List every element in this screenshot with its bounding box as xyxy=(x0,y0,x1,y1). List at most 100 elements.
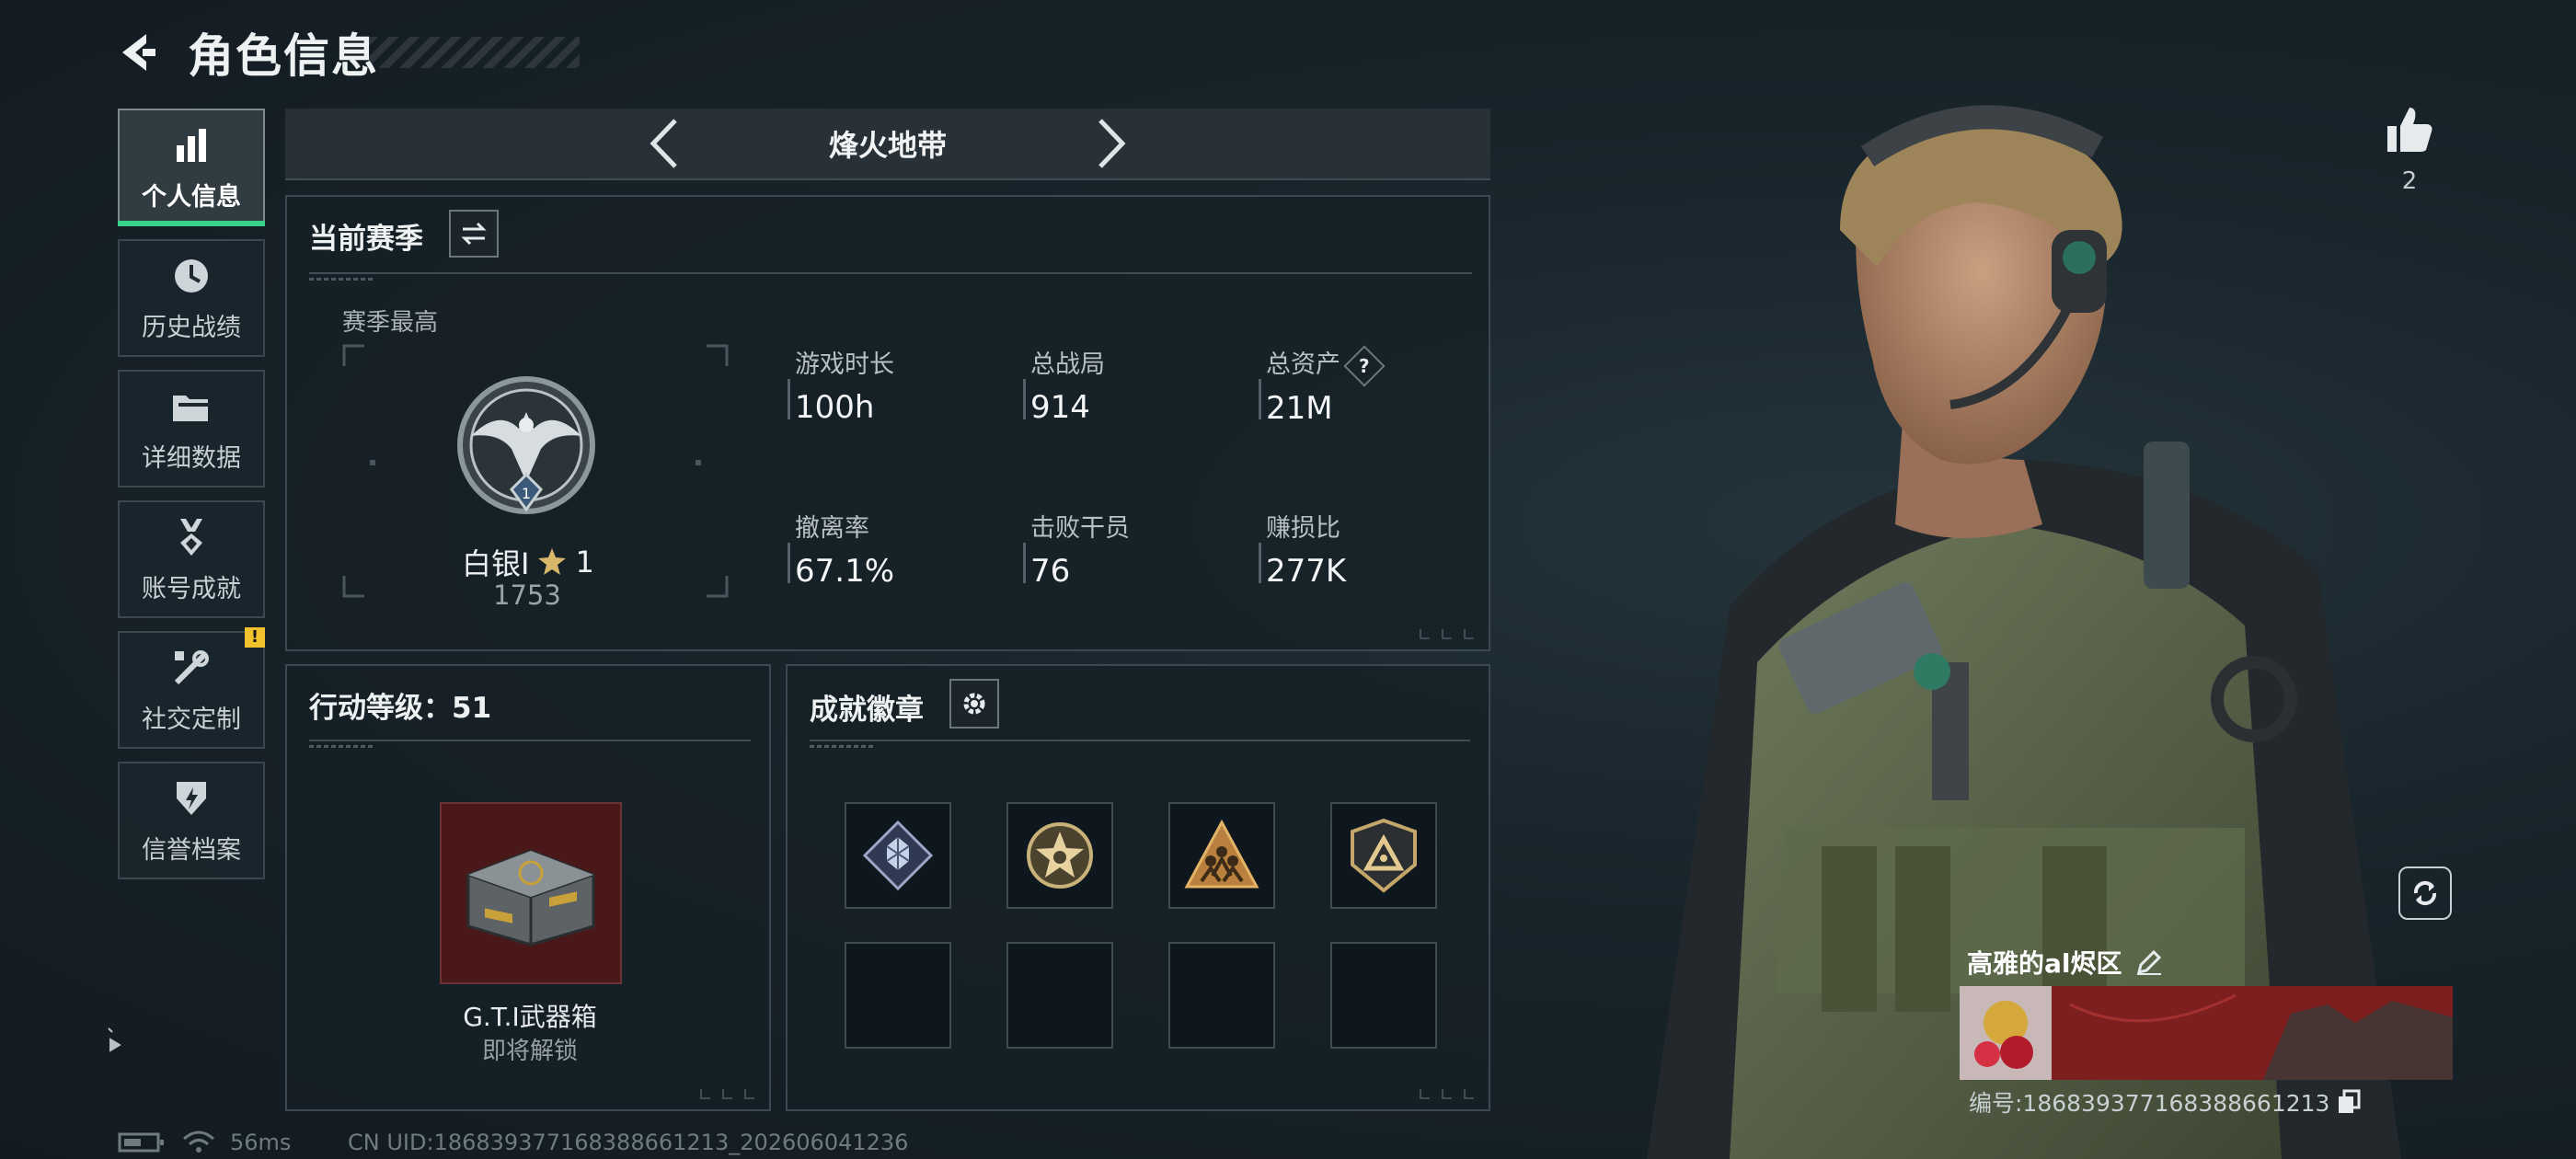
swap-icon xyxy=(461,222,487,246)
panel-corner-marks xyxy=(700,1089,754,1099)
season-swap-button[interactable] xyxy=(449,210,499,258)
stat-label-text: 总资产 xyxy=(1266,350,1340,379)
rotate-model-button[interactable] xyxy=(2398,866,2452,920)
rank-name: 白银I 1 xyxy=(462,541,594,583)
rank-tier: 白银I xyxy=(462,546,530,581)
stat-value: 100h xyxy=(795,389,875,426)
wifi-icon xyxy=(183,1130,214,1153)
badge-slot-empty[interactable] xyxy=(1006,942,1113,1049)
rank-points: 1753 xyxy=(493,580,561,611)
achievements-title: 成就徽章 xyxy=(810,694,924,727)
weapon-crate-icon xyxy=(466,849,595,947)
action-level-panel: 行动等级：51 G.T.I武器箱 即将解锁 xyxy=(285,664,771,1111)
crate-name: G.T.I武器箱 xyxy=(463,1002,597,1032)
rank-emblem-icon: 1 xyxy=(457,376,595,514)
stat-divider xyxy=(1259,379,1261,419)
player-id: 编号:1868393771683886612​13 xyxy=(1969,1090,2330,1117)
help-icon[interactable]: ? xyxy=(1343,344,1386,387)
prev-mode-arrow-icon[interactable] xyxy=(636,111,691,176)
sidebar-item-label: 信誉档案 xyxy=(142,835,241,865)
badge-settings-button[interactable] xyxy=(949,679,999,729)
rank-level: 1 xyxy=(522,485,531,502)
mode-name: 烽火地带 xyxy=(828,128,947,163)
star-icon xyxy=(538,548,567,575)
divider xyxy=(810,740,1470,748)
stat-value: 914 xyxy=(1030,389,1090,426)
page-header: 角色信息 xyxy=(110,20,379,85)
divider xyxy=(309,740,751,748)
stat-divider xyxy=(1023,543,1026,583)
sidebar-item-personal-info[interactable]: 个人信息 xyxy=(118,109,265,226)
refresh-icon xyxy=(2413,880,2437,906)
player-name: 高雅的al烬区 xyxy=(1967,948,2122,979)
crate-status: 即将解锁 xyxy=(481,1038,578,1065)
stat-divider xyxy=(1023,379,1026,419)
triangle-shield-badge-icon xyxy=(1351,818,1417,893)
stat-operators-defeated: 击败干员 76 xyxy=(1030,508,1130,590)
stat-value: 76 xyxy=(1030,553,1071,590)
sidebar-item-reputation[interactable]: 信誉档案 xyxy=(118,762,265,879)
shield-lightning-icon xyxy=(169,776,213,820)
badge-slot[interactable] xyxy=(1330,802,1437,909)
stat-extraction-rate: 撤离率 67.1% xyxy=(795,508,894,590)
stat-profit-loss-ratio: 赚损比 277K xyxy=(1266,508,1346,590)
edit-icon[interactable] xyxy=(2135,948,2163,976)
sidebar-item-achievements[interactable]: 账号成就 xyxy=(118,500,265,618)
clock-icon xyxy=(169,254,213,298)
sidebar-item-social[interactable]: ! 社交定制 xyxy=(118,627,265,749)
medal-icon xyxy=(169,515,213,559)
sidebar: 个人信息 历史战绩 详细数据 账号成就 ! 社交定制 信誉档案 xyxy=(118,109,265,892)
badge-slot-empty[interactable] xyxy=(1330,942,1437,1049)
stat-value: 21M xyxy=(1266,389,1333,427)
tools-icon xyxy=(169,646,213,690)
cursor-marker-icon xyxy=(108,1027,121,1052)
season-best-label: 赛季最高 xyxy=(342,309,439,337)
badge-slot[interactable] xyxy=(1168,802,1275,909)
weapon-crate-tile[interactable] xyxy=(440,802,622,984)
sidebar-item-label: 社交定制 xyxy=(142,705,241,734)
gear-icon xyxy=(963,693,985,715)
badge-slot[interactable] xyxy=(845,802,951,909)
next-mode-arrow-icon[interactable] xyxy=(1085,111,1140,176)
name-card-banner[interactable] xyxy=(1960,986,2453,1080)
stat-label: 游戏时长 xyxy=(795,350,894,379)
stat-total-matches: 总战局 914 xyxy=(1030,344,1105,426)
server-uid: CN UID:186839377168388661213_20260604123… xyxy=(348,1130,909,1155)
panel-corner-marks xyxy=(1420,629,1474,639)
sidebar-item-label: 详细数据 xyxy=(142,443,241,473)
stat-play-time: 游戏时长 100h xyxy=(795,344,894,426)
season-title: 当前赛季 xyxy=(309,223,423,256)
like-count: 2 xyxy=(2401,167,2418,195)
stat-label: 撤离率 xyxy=(795,514,869,543)
badge-slot-empty[interactable] xyxy=(845,942,951,1049)
badge-slot-empty[interactable] xyxy=(1168,942,1275,1049)
status-bar: 56ms xyxy=(118,1130,291,1155)
sidebar-item-label: 历史战绩 xyxy=(142,313,241,342)
stat-divider xyxy=(1259,543,1261,583)
warning-badge: ! xyxy=(245,627,265,648)
season-panel: 当前赛季 赛季最高 1 白银I 1 1753 游戏时长 100h 总战局 914 xyxy=(285,195,1490,651)
like-button[interactable] xyxy=(2379,99,2440,160)
player-name-row: 高雅的al烬区 xyxy=(1967,944,2163,981)
sidebar-item-history[interactable]: 历史战绩 xyxy=(118,239,265,357)
stat-divider xyxy=(788,543,790,583)
sidebar-item-label: 个人信息 xyxy=(142,182,241,212)
sidebar-item-label: 账号成就 xyxy=(142,574,241,603)
squad-badge-icon xyxy=(1184,819,1259,889)
title-decoration xyxy=(368,37,580,68)
stat-label: 总资产? xyxy=(1266,344,1386,387)
divider xyxy=(309,272,1472,281)
action-level-title: 行动等级：51 xyxy=(309,692,492,725)
copy-icon[interactable] xyxy=(2337,1089,2361,1115)
panel-corner-marks xyxy=(1420,1089,1474,1099)
mode-selector: 烽火地带 xyxy=(285,109,1490,180)
stat-value: 277K xyxy=(1266,553,1347,590)
back-arrow-icon[interactable] xyxy=(110,25,166,80)
thumbs-up-icon xyxy=(2387,108,2432,152)
sidebar-item-details[interactable]: 详细数据 xyxy=(118,370,265,488)
stat-total-assets: 总资产? 21M xyxy=(1266,344,1386,427)
badge-slot[interactable] xyxy=(1006,802,1113,909)
page-title: 角色信息 xyxy=(188,29,379,83)
stat-value: 67.1% xyxy=(795,553,895,590)
rank-stars: 1 xyxy=(575,545,594,580)
